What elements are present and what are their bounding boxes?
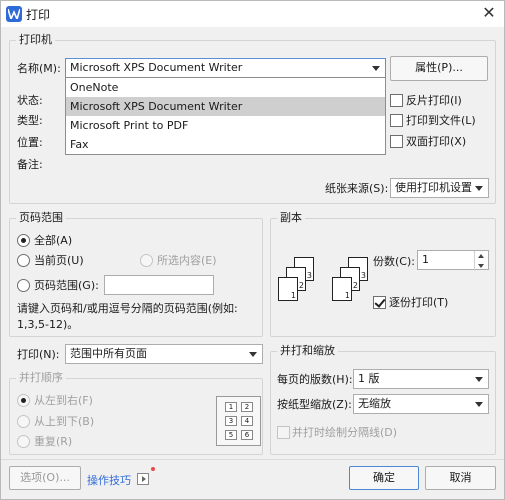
print-what-select[interactable]: 范围中所有页面 bbox=[65, 344, 263, 364]
chevron-down-icon bbox=[475, 377, 483, 382]
window-title: 打印 bbox=[26, 8, 51, 22]
printer-option[interactable]: OneNote bbox=[66, 78, 385, 97]
printer-option[interactable]: Fax bbox=[66, 135, 385, 154]
printer-name-label: 名称(M): bbox=[17, 62, 61, 75]
printer-name-value: Microsoft XPS Document Writer bbox=[70, 61, 243, 74]
print-dialog: 打印 ✕ 打印机 名称(M): Microsoft XPS Document W… bbox=[0, 0, 505, 500]
pages-per-sheet-select[interactable]: 1 版 bbox=[353, 369, 489, 389]
order-cell: 3 bbox=[225, 416, 237, 426]
scale-value: 无缩放 bbox=[358, 397, 391, 410]
copies-count-input[interactable]: 1 bbox=[417, 250, 489, 271]
page-range-input[interactable] bbox=[104, 275, 214, 295]
range-all-radio[interactable] bbox=[17, 234, 30, 247]
range-selection-label: 所选内容(E) bbox=[157, 254, 217, 267]
order-cell: 6 bbox=[241, 430, 253, 440]
pages-per-sheet-value: 1 版 bbox=[358, 372, 380, 385]
range-current-radio[interactable] bbox=[17, 254, 30, 267]
collated-pages-icon: 3 2 1 bbox=[278, 257, 318, 303]
comment-label: 备注: bbox=[17, 158, 43, 171]
order-preview-grid: 1 2 3 4 5 6 bbox=[216, 396, 261, 446]
chevron-down-icon bbox=[249, 352, 257, 357]
paper-source-label: 纸张来源(S): bbox=[325, 182, 389, 195]
range-pages-radio[interactable] bbox=[17, 279, 30, 292]
spin-up-icon bbox=[478, 254, 484, 258]
printer-option[interactable]: Microsoft Print to PDF bbox=[66, 116, 385, 135]
range-selection-radio[interactable] bbox=[140, 254, 153, 267]
spin-down-icon bbox=[478, 264, 484, 268]
chevron-down-icon bbox=[372, 66, 380, 71]
footer-separator bbox=[1, 459, 504, 460]
scale-label: 按纸型缩放(Z): bbox=[277, 398, 352, 411]
paper-source-select[interactable]: 使用打印机设置 bbox=[390, 178, 489, 198]
page-range-hint: 请键入页码和/或用逗号分隔的页码范围(例如: bbox=[17, 302, 238, 315]
print-what-value: 范围中所有页面 bbox=[70, 347, 147, 360]
reverse-print-checkbox[interactable] bbox=[390, 94, 403, 107]
paper-source-value: 使用打印机设置 bbox=[395, 181, 472, 194]
order-legend: 并打顺序 bbox=[16, 371, 66, 385]
draw-borders-label: 并打时绘制分隔线(D) bbox=[292, 426, 398, 439]
order-cell: 5 bbox=[225, 430, 237, 440]
order-left-right-label: 从左到右(F) bbox=[34, 394, 93, 407]
type-label: 类型: bbox=[17, 114, 43, 127]
order-repeat-label: 重复(R) bbox=[34, 435, 73, 448]
printer-option-selected[interactable]: Microsoft XPS Document Writer bbox=[66, 97, 385, 116]
chevron-down-icon bbox=[475, 402, 483, 407]
range-pages-label: 页码范围(G): bbox=[34, 279, 99, 292]
ok-button[interactable]: 确定 bbox=[349, 466, 419, 490]
printer-name-select[interactable]: Microsoft XPS Document Writer bbox=[65, 58, 386, 78]
copies-count-label: 份数(C): bbox=[373, 255, 415, 268]
order-repeat-radio[interactable] bbox=[17, 435, 30, 448]
print-to-file-label: 打印到文件(L) bbox=[406, 114, 476, 127]
tips-link[interactable]: 操作技巧 bbox=[87, 472, 131, 488]
scale-select[interactable]: 无缩放 bbox=[353, 394, 489, 414]
range-current-label: 当前页(U) bbox=[34, 254, 84, 267]
location-label: 位置: bbox=[17, 136, 43, 149]
print-to-file-checkbox[interactable] bbox=[390, 114, 403, 127]
pages-per-sheet-label: 每页的版数(H): bbox=[277, 373, 353, 386]
duplex-label: 双面打印(X) bbox=[406, 135, 467, 148]
collate-label: 逐份打印(T) bbox=[389, 296, 449, 309]
collated-pages-icon-second: 3 2 1 bbox=[332, 257, 372, 303]
page-range-legend: 页码范围 bbox=[16, 211, 66, 225]
print-what-label: 打印(N): bbox=[17, 348, 60, 361]
play-video-icon[interactable] bbox=[137, 473, 149, 485]
collate-checkbox[interactable] bbox=[373, 296, 386, 309]
properties-button[interactable]: 属性(P)... bbox=[390, 56, 488, 81]
copies-spinner[interactable] bbox=[474, 251, 488, 271]
order-left-right-radio[interactable] bbox=[17, 394, 30, 407]
draw-borders-checkbox[interactable] bbox=[277, 426, 290, 439]
order-cell: 2 bbox=[241, 402, 253, 412]
cancel-button[interactable]: 取消 bbox=[425, 466, 496, 490]
copies-count-value: 1 bbox=[422, 253, 429, 266]
range-all-label: 全部(A) bbox=[34, 234, 73, 247]
title-bar: 打印 ✕ bbox=[1, 1, 504, 27]
copies-legend: 副本 bbox=[277, 211, 305, 225]
status-label: 状态: bbox=[17, 94, 43, 107]
chevron-down-icon bbox=[475, 186, 483, 191]
wps-app-icon bbox=[6, 6, 22, 22]
order-top-bottom-label: 从上到下(B) bbox=[34, 415, 95, 428]
zoom-legend: 并打和缩放 bbox=[277, 344, 338, 358]
printer-dropdown-list: OneNote Microsoft XPS Document Writer Mi… bbox=[65, 77, 386, 155]
printer-legend: 打印机 bbox=[16, 33, 55, 47]
order-top-bottom-radio[interactable] bbox=[17, 415, 30, 428]
reverse-print-label: 反片打印(I) bbox=[406, 94, 462, 107]
order-cell: 4 bbox=[241, 416, 253, 426]
duplex-checkbox[interactable] bbox=[390, 135, 403, 148]
page-range-hint-example: 1,3,5-12)。 bbox=[17, 318, 79, 331]
order-cell: 1 bbox=[225, 402, 237, 412]
options-button[interactable]: 选项(O)... bbox=[9, 466, 81, 490]
close-icon[interactable]: ✕ bbox=[478, 2, 500, 24]
notification-dot-icon bbox=[151, 467, 155, 471]
